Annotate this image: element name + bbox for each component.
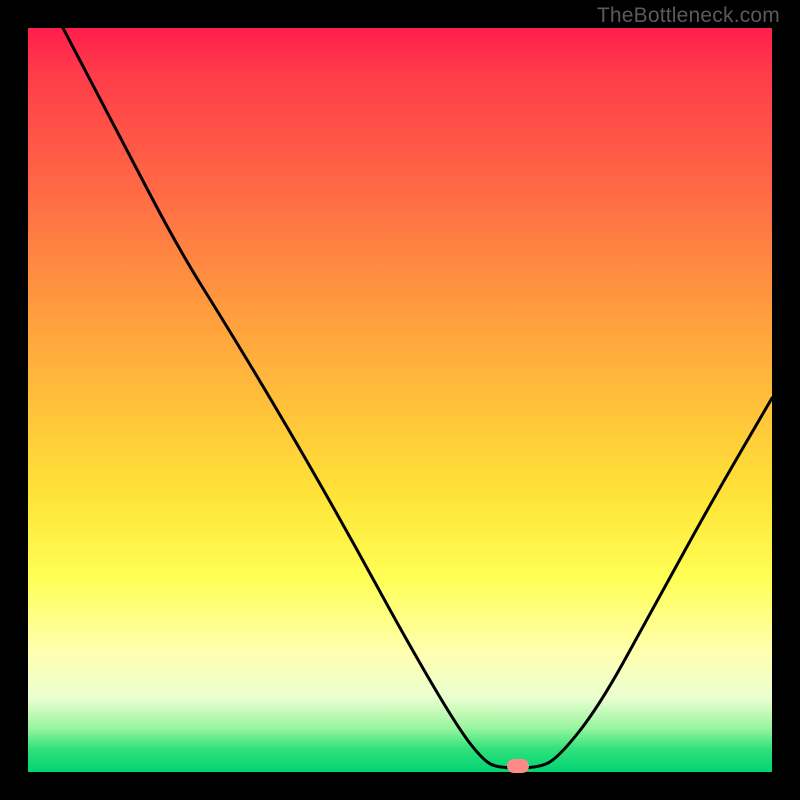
plot-area: [28, 28, 772, 772]
chart-frame: TheBottleneck.com: [0, 0, 800, 800]
watermark-text: TheBottleneck.com: [597, 4, 780, 28]
bottleneck-curve: [28, 28, 772, 772]
curve-path: [63, 28, 772, 768]
minimum-marker: [507, 759, 529, 773]
